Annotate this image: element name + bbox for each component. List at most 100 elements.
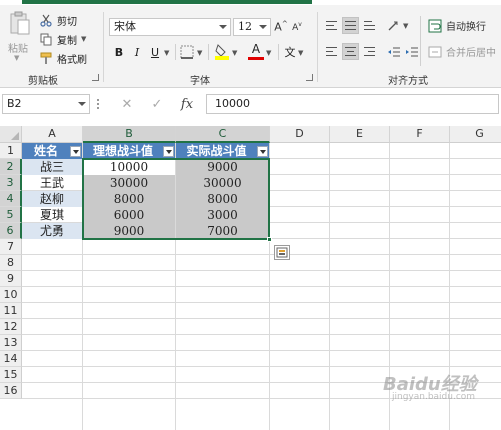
- table-cell[interactable]: 7000: [176, 223, 269, 239]
- format-painter-button[interactable]: 格式刷: [40, 50, 87, 66]
- paste-dropdown-icon[interactable]: ▼: [14, 54, 19, 62]
- align-left-button[interactable]: [323, 43, 340, 60]
- formula-bar-grip[interactable]: [97, 97, 100, 111]
- row-header-8[interactable]: 8: [0, 255, 22, 271]
- merge-center-icon: [428, 46, 442, 57]
- table-cell[interactable]: 赵柳: [22, 191, 82, 207]
- paste-label: 粘贴: [8, 44, 28, 55]
- decrease-indent-icon: [387, 47, 400, 56]
- table-cell[interactable]: 尤勇: [22, 223, 82, 239]
- increase-indent-button[interactable]: [403, 43, 420, 60]
- cell-text: 战三: [39, 160, 64, 174]
- top-align-button[interactable]: [323, 17, 340, 34]
- orientation-dropdown-icon[interactable]: ▼: [403, 22, 408, 30]
- table-cell[interactable]: 8000: [176, 191, 269, 207]
- clipboard-launcher-icon[interactable]: [92, 74, 99, 81]
- decrease-indent-button[interactable]: [385, 43, 402, 60]
- italic-button[interactable]: I: [129, 44, 145, 60]
- row-header-14[interactable]: 14: [0, 351, 22, 367]
- font-name-select[interactable]: 宋体: [109, 18, 231, 36]
- bottom-align-button[interactable]: [361, 17, 378, 34]
- font-size-select[interactable]: 12: [233, 18, 271, 36]
- column-header-e[interactable]: E: [330, 126, 390, 143]
- column-header-d[interactable]: D: [270, 126, 330, 143]
- row-header-4[interactable]: 4: [0, 191, 22, 207]
- row-header-3[interactable]: 3: [0, 175, 22, 191]
- table-cell[interactable]: 8000: [83, 191, 175, 207]
- column-header-b[interactable]: B: [83, 126, 176, 143]
- table-header-cell[interactable]: 实际战斗值: [176, 143, 269, 159]
- wrap-text-button[interactable]: 自动换行: [428, 17, 486, 34]
- decrease-font-size-button[interactable]: Av: [290, 18, 304, 36]
- table-cell[interactable]: 30000: [83, 175, 175, 191]
- table-cell[interactable]: 30000: [176, 175, 269, 191]
- copy-dropdown-icon[interactable]: ▼: [81, 35, 86, 43]
- phonetic-dropdown-icon[interactable]: ▼: [298, 49, 303, 57]
- fill-color-dropdown-icon[interactable]: ▼: [232, 49, 237, 57]
- font-color-dropdown-icon[interactable]: ▼: [266, 49, 271, 57]
- decrease-font-icon: Av: [292, 21, 302, 33]
- font-launcher-icon[interactable]: [306, 74, 313, 81]
- insert-function-icon[interactable]: fx: [178, 95, 196, 113]
- table-cell[interactable]: 6000: [83, 207, 175, 223]
- row-header-10[interactable]: 10: [0, 287, 22, 303]
- column-header-a[interactable]: A: [22, 126, 83, 143]
- merge-center-label: 合并后居中: [446, 48, 496, 59]
- table-cell[interactable]: 9000: [83, 223, 175, 239]
- font-color-icon[interactable]: A: [248, 43, 264, 60]
- row-header-12[interactable]: 12: [0, 319, 22, 335]
- align-right-button[interactable]: [361, 43, 378, 60]
- filter-dropdown-icon[interactable]: [163, 146, 174, 157]
- cut-label: 剪切: [57, 16, 77, 28]
- underline-button[interactable]: U: [147, 44, 163, 60]
- row-header-15[interactable]: 15: [0, 367, 22, 383]
- row-header-7[interactable]: 7: [0, 239, 22, 255]
- copy-button[interactable]: 复制 ▼: [40, 31, 86, 47]
- cancel-icon[interactable]: ✕: [118, 95, 136, 113]
- fill-handle[interactable]: [267, 237, 272, 242]
- table-cell[interactable]: 10000: [83, 159, 175, 175]
- column-header-f[interactable]: F: [390, 126, 450, 143]
- row-header-9[interactable]: 9: [0, 271, 22, 287]
- middle-align-button[interactable]: [342, 17, 359, 34]
- bold-button[interactable]: B: [111, 44, 127, 60]
- align-center-button[interactable]: [342, 43, 359, 60]
- select-all-corner[interactable]: [0, 126, 22, 143]
- row-header-1[interactable]: 1: [0, 143, 22, 159]
- cut-button[interactable]: 剪切: [40, 12, 77, 28]
- divider: [278, 44, 279, 60]
- row-header-16[interactable]: 16: [0, 383, 22, 399]
- table-header-cell[interactable]: 理想战斗值: [83, 143, 175, 159]
- column-header-g[interactable]: G: [450, 126, 501, 143]
- cell-text: 30000: [109, 176, 149, 190]
- enter-icon[interactable]: ✓: [148, 95, 166, 113]
- merge-center-button[interactable]: 合并后居中: [428, 43, 496, 60]
- borders-icon[interactable]: [180, 45, 194, 59]
- table-cell[interactable]: 王武: [22, 175, 82, 191]
- paste-button[interactable]: 粘贴 ▼: [4, 8, 36, 66]
- name-box[interactable]: B2: [2, 94, 90, 114]
- table-cell[interactable]: 战三: [22, 159, 82, 175]
- row-header-13[interactable]: 13: [0, 335, 22, 351]
- increase-font-size-button[interactable]: A^: [274, 18, 288, 36]
- orientation-button[interactable]: [385, 17, 402, 34]
- table-cell[interactable]: 夏琪: [22, 207, 82, 223]
- fill-color-icon[interactable]: [214, 43, 230, 60]
- table-cell[interactable]: 3000: [176, 207, 269, 223]
- filter-dropdown-icon[interactable]: [257, 146, 268, 157]
- quick-analysis-icon[interactable]: [274, 245, 290, 260]
- row-header-5[interactable]: 5: [0, 207, 22, 223]
- divider: [175, 44, 176, 60]
- borders-dropdown-icon[interactable]: ▼: [197, 49, 202, 57]
- row-header-6[interactable]: 6: [0, 223, 22, 239]
- column-header-c[interactable]: C: [176, 126, 270, 143]
- filter-dropdown-icon[interactable]: [70, 146, 81, 157]
- grid-line: [22, 334, 501, 335]
- underline-dropdown-icon[interactable]: ▼: [164, 49, 169, 57]
- ribbon-topline: [0, 0, 501, 5]
- row-header-2[interactable]: 2: [0, 159, 22, 175]
- row-header-11[interactable]: 11: [0, 303, 22, 319]
- table-cell[interactable]: 9000: [176, 159, 269, 175]
- phonetic-button[interactable]: 文: [283, 44, 297, 60]
- formula-input[interactable]: 10000: [206, 94, 499, 114]
